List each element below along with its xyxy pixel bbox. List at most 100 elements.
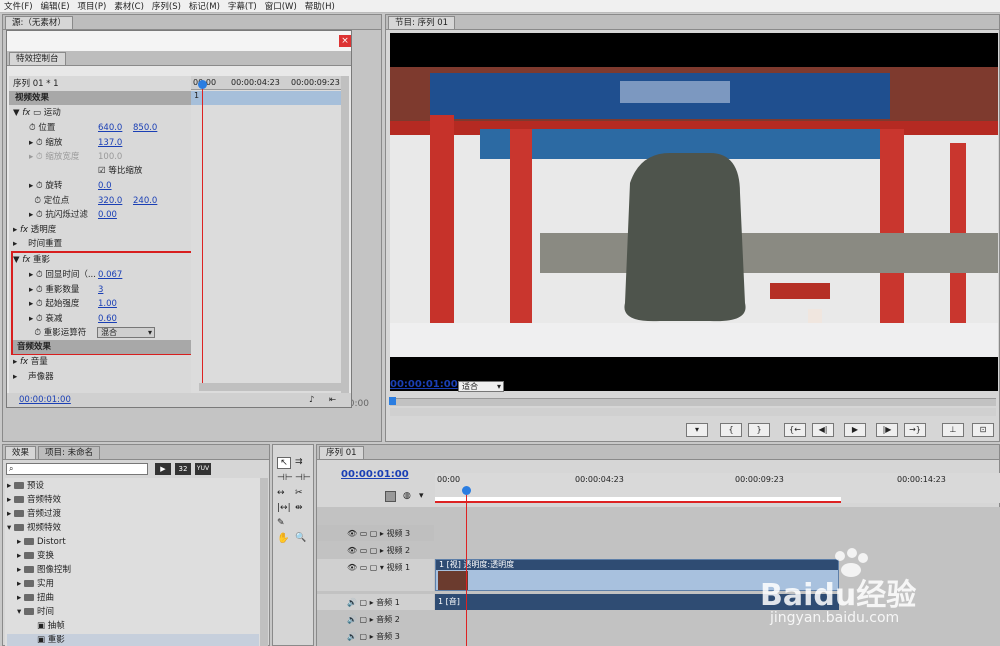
track-a1-label[interactable]: 🔊 ▢ ▸ 音频 1 [347,597,400,608]
ec-clip-bar[interactable]: 1 [191,91,341,105]
decay-value[interactable]: 0.60 [98,312,117,326]
selection-tool-icon[interactable]: ↖ [277,457,291,469]
step-back-button[interactable]: ◀| [812,423,834,437]
slip-tool-icon[interactable]: |↔| [277,503,291,513]
tree-presets[interactable]: ▸ 预设 [7,480,259,493]
param-echo-count[interactable]: ▸ ⏱ 重影数量 [29,283,79,297]
tab-sequence[interactable]: 序列 01 [319,446,364,459]
add-marker-icon[interactable]: ▾ [419,491,424,501]
param-start-intensity[interactable]: ▸ ⏱ 起始强度 [29,297,79,311]
lift-button[interactable]: ⊥ [942,423,964,437]
param-rotation[interactable]: ▸ ⏱ 旋转 [29,179,62,193]
tree-distort[interactable]: ▸ Distort [7,536,259,549]
menu-project[interactable]: 项目(P) [78,0,107,12]
uniform-scale-checkbox[interactable]: ☑ 等比缩放 [98,164,142,178]
tab-effects[interactable]: 效果 [5,446,37,459]
echo-time-value[interactable]: 0.067 [98,268,122,282]
rotation-value[interactable]: 0.0 [98,179,112,193]
snap-icon[interactable] [385,491,396,502]
effect-echo[interactable]: ▼ fx 重影 [13,253,50,267]
tree-time[interactable]: ▾ 时间 [7,606,259,619]
tab-program[interactable]: 节目: 序列 01 [388,16,456,29]
audio-note-icon[interactable]: ♪ [309,393,314,407]
menu-title[interactable]: 字幕(T) [228,0,257,12]
effects-search-input[interactable]: ⌕ [6,463,148,475]
param-echo-operator[interactable]: ⏱ 重影运算符 [29,326,86,340]
track-select-tool-icon[interactable]: ⇉ [295,457,303,467]
menu-sequence[interactable]: 序列(S) [152,0,181,12]
menu-marker[interactable]: 标记(M) [189,0,220,12]
ec-timecode[interactable]: 00:00:01:00 [19,393,71,407]
tree-audio-effects[interactable]: ▸ 音频特效 [7,494,259,507]
in-point-button[interactable]: { [720,423,742,437]
timeline-timecode[interactable]: 00:00:01:00 [341,468,409,482]
accelerated-effects-icon[interactable]: ▶ [155,463,171,475]
param-anchor[interactable]: ⏱ 定位点 [29,194,69,208]
slide-tool-icon[interactable]: ⇹ [295,503,303,513]
param-echo-time[interactable]: ▸ ⏱ 回显时间（... [29,268,96,282]
ripple-edit-tool-icon[interactable]: ⊣⊢ [277,473,293,483]
out-point-button[interactable]: } [748,423,770,437]
effect-volume[interactable]: ▸ fx 音量 [13,355,48,369]
echo-count-value[interactable]: 3 [98,283,103,297]
param-scale[interactable]: ▸ ⏱ 缩放 [29,136,62,150]
work-area-bar[interactable] [435,497,841,503]
marker-button[interactable]: ▾ [686,423,708,437]
menu-clip[interactable]: 素材(C) [114,0,144,12]
extract-button[interactable]: ⊡ [972,423,994,437]
step-forward-button[interactable]: |▶ [876,423,898,437]
tree-utility[interactable]: ▸ 实用 [7,578,259,591]
track-v3-label[interactable]: 👁 ▭ ▢ ▸ 视频 3 [347,528,410,539]
position-x-value[interactable]: 640.0 [98,121,122,135]
menu-window[interactable]: 窗口(W) [265,0,297,12]
tree-audio-transitions[interactable]: ▸ 音频过渡 [7,508,259,521]
start-intensity-value[interactable]: 1.00 [98,297,117,311]
tab-project[interactable]: 项目: 未命名 [38,446,101,459]
ec-horizontal-scrollbar[interactable] [199,383,341,391]
playhead-icon[interactable] [198,80,207,89]
pen-tool-icon[interactable]: ✎ [277,518,285,528]
echo-operator-select[interactable]: 混合 ▾ [97,327,155,338]
playhead-icon[interactable] [462,486,471,495]
ec-playhead[interactable] [202,81,203,383]
ec-scrollbar[interactable] [341,76,349,394]
tree-echo[interactable]: ▣ 重影 [7,634,259,646]
scale-value[interactable]: 137.0 [98,136,122,150]
antiflicker-value[interactable]: 0.00 [98,208,117,222]
rate-stretch-tool-icon[interactable]: ↔ [277,488,285,498]
param-position[interactable]: ⏱ 位置 [29,121,55,135]
fit-select[interactable]: 适合 ▾ [458,381,504,392]
program-timecode[interactable]: 00:00:01:00 [390,378,458,392]
position-y-value[interactable]: 850.0 [133,121,157,135]
tree-image-control[interactable]: ▸ 图像控制 [7,564,259,577]
effect-opacity[interactable]: ▸ fx 透明度 [13,223,56,237]
menu-edit[interactable]: 编辑(E) [41,0,70,12]
razor-tool-icon[interactable]: ✂ [295,488,303,498]
track-v2-label[interactable]: 👁 ▭ ▢ ▸ 视频 2 [347,545,410,556]
menu-help[interactable]: 帮助(H) [305,0,335,12]
param-antiflicker[interactable]: ▸ ⏱ 抗闪烁过滤 [29,208,88,222]
hand-tool-icon[interactable]: ✋ [277,533,289,544]
yuv-effects-icon[interactable]: YUV [195,463,211,475]
playhead-icon[interactable] [389,397,396,405]
timeline-playhead[interactable] [466,491,467,646]
tree-warp[interactable]: ▸ 扭曲 [7,592,259,605]
tree-transform[interactable]: ▸ 变换 [7,550,259,563]
effects-scrollbar[interactable] [260,478,268,646]
32bit-effects-icon[interactable]: 32 [175,463,191,475]
menu-file[interactable]: 文件(F) [4,0,33,12]
tree-posterize-time[interactable]: ▣ 抽帧 [7,620,259,633]
track-a3-label[interactable]: 🔊 ▢ ▸ 音频 3 [347,631,400,642]
track-v1-label[interactable]: 👁 ▭ ▢ ▾ 视频 1 [347,562,410,573]
anchor-x-value[interactable]: 320.0 [98,194,122,208]
tab-effect-controls[interactable]: 特效控制台 [9,52,66,65]
effect-time-remap[interactable]: ▸ 时间重置 [13,237,62,251]
param-decay[interactable]: ▸ ⏱ 衰减 [29,312,62,326]
program-zoombar[interactable] [390,408,996,416]
close-button[interactable]: × [339,35,351,47]
tab-source[interactable]: 源:（无素材） [5,16,73,29]
marker-icon[interactable]: ◍ [403,491,411,501]
effect-motion[interactable]: ▼ fx ▭ 运动 [13,106,61,120]
rolling-edit-tool-icon[interactable]: ⊣⊢ [295,473,311,483]
play-button[interactable]: ▶ [844,423,866,437]
